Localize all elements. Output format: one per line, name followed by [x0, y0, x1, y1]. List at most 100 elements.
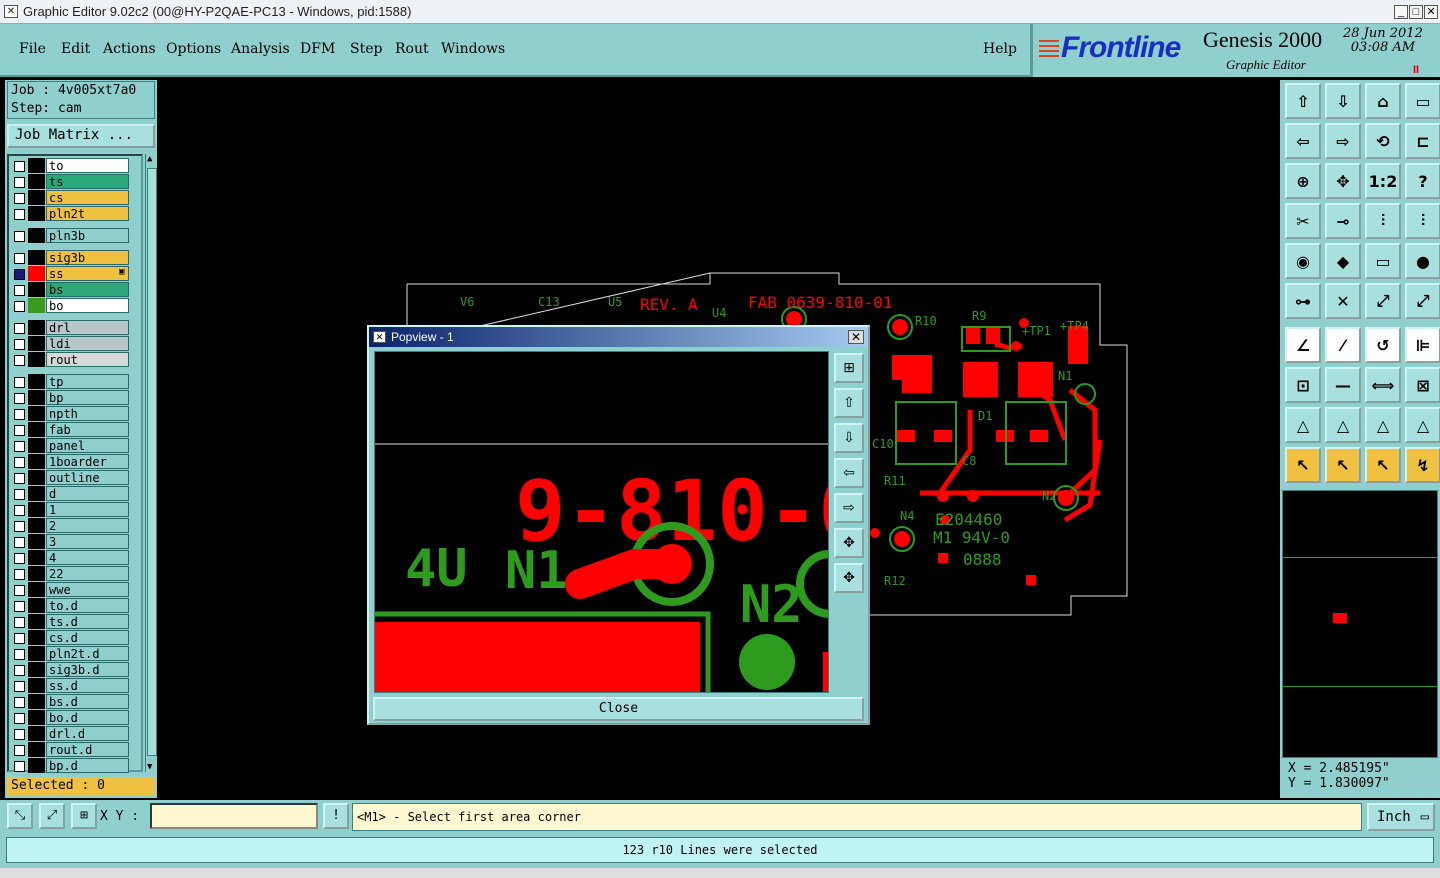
scroll-down-icon[interactable]: ▼: [147, 762, 152, 772]
maximize-button[interactable]: □: [1409, 5, 1423, 19]
layer-name[interactable]: sig3b: [46, 250, 129, 265]
layer-swatch[interactable]: [28, 710, 45, 725]
tool-button-18[interactable]: ◆: [1325, 243, 1361, 279]
layer-name[interactable]: 22: [46, 566, 129, 581]
layer-row-1[interactable]: 1: [9, 502, 141, 518]
layer-swatch[interactable]: [28, 282, 45, 297]
tool-button-13[interactable]: ✂: [1285, 203, 1321, 239]
layer-swatch[interactable]: [28, 266, 45, 281]
menu-file[interactable]: File: [19, 41, 46, 57]
layer-name[interactable]: npth: [46, 406, 129, 421]
scroll-up-icon[interactable]: ▲: [147, 154, 152, 164]
tool-button-36[interactable]: △: [1405, 407, 1440, 443]
layer-checkbox[interactable]: [14, 339, 25, 350]
layer-name[interactable]: bo: [46, 298, 129, 313]
tool-button-20[interactable]: ●: [1405, 243, 1440, 279]
layer-checkbox[interactable]: [14, 681, 25, 692]
layer-name[interactable]: cs: [46, 190, 129, 205]
layer-checkbox[interactable]: [14, 617, 25, 628]
layer-name[interactable]: pln2t: [46, 206, 129, 221]
layer-row-sig3b[interactable]: sig3b: [9, 250, 141, 266]
menu-dfm[interactable]: DFM: [300, 41, 335, 57]
layer-checkbox[interactable]: [14, 489, 25, 500]
layer-swatch[interactable]: [28, 228, 45, 243]
layer-row-d[interactable]: d: [9, 486, 141, 502]
tool-button-1[interactable]: ⇧: [1285, 83, 1321, 119]
layer-checkbox[interactable]: [14, 377, 25, 388]
layer-swatch[interactable]: [28, 630, 45, 645]
layer-name[interactable]: 1: [46, 502, 129, 517]
layer-swatch[interactable]: [28, 742, 45, 757]
tool-button-8[interactable]: ⊏: [1405, 123, 1440, 159]
layer-swatch[interactable]: [28, 758, 45, 773]
tool-button-24[interactable]: ⤢: [1405, 283, 1440, 319]
layer-swatch[interactable]: [28, 566, 45, 581]
menu-options[interactable]: Options: [166, 41, 221, 57]
popview-canvas[interactable]: 9-810-01 4U N1 N2: [374, 351, 829, 693]
layer-row-ldi[interactable]: ldi: [9, 336, 141, 352]
layer-swatch[interactable]: [28, 694, 45, 709]
layer-checkbox[interactable]: [14, 425, 25, 436]
scroll-thumb[interactable]: [147, 168, 157, 756]
tool-button-30[interactable]: —: [1325, 367, 1361, 403]
layer-checkbox[interactable]: [14, 585, 25, 596]
layer-name[interactable]: bs: [46, 282, 129, 297]
exclamation-button[interactable]: !: [323, 803, 349, 829]
layer-swatch[interactable]: [28, 320, 45, 335]
layer-row-npth[interactable]: npth: [9, 406, 141, 422]
tool-button-9[interactable]: ⊕: [1285, 163, 1321, 199]
measure-button[interactable]: ⤢: [39, 803, 65, 829]
layer-name[interactable]: ts.d: [46, 614, 129, 629]
layer-row-bo[interactable]: bo: [9, 298, 141, 314]
tool-button-12[interactable]: ?: [1405, 163, 1440, 199]
layer-swatch[interactable]: [28, 550, 45, 565]
layer-swatch[interactable]: [28, 646, 45, 661]
layer-row-4[interactable]: 4: [9, 550, 141, 566]
layer-row-drl[interactable]: drl: [9, 320, 141, 336]
tool-button-35[interactable]: △: [1365, 407, 1401, 443]
tool-button-23[interactable]: ⤢: [1365, 283, 1401, 319]
layer-name[interactable]: bs.d: [46, 694, 129, 709]
tool-button-28[interactable]: ⊫: [1405, 327, 1440, 363]
layer-swatch[interactable]: [28, 406, 45, 421]
layer-row-cs-d[interactable]: cs.d: [9, 630, 141, 646]
layer-row-ts-d[interactable]: ts.d: [9, 614, 141, 630]
layer-row-to[interactable]: to: [9, 158, 141, 174]
layer-swatch[interactable]: [28, 158, 45, 173]
tool-button-34[interactable]: △: [1325, 407, 1361, 443]
layer-swatch[interactable]: [28, 614, 45, 629]
layer-row-bs[interactable]: bs: [9, 282, 141, 298]
layer-name[interactable]: to: [46, 158, 129, 173]
layer-name[interactable]: d: [46, 486, 129, 501]
layer-checkbox[interactable]: [14, 697, 25, 708]
menu-rout[interactable]: Rout: [395, 41, 429, 57]
layer-row-bo-d[interactable]: bo.d: [9, 710, 141, 726]
tool-button-31[interactable]: ⟺: [1365, 367, 1401, 403]
layer-row-2[interactable]: 2: [9, 518, 141, 534]
tool-button-10[interactable]: ✥: [1325, 163, 1361, 199]
tool-button-4[interactable]: ▭: [1405, 83, 1440, 119]
popview-titlebar[interactable]: ✕ Popview - 1 ✕: [369, 327, 868, 347]
menu-windows[interactable]: Windows: [441, 41, 505, 57]
layer-name[interactable]: rout.d: [46, 742, 129, 757]
layer-row-cs[interactable]: cs: [9, 190, 141, 206]
overview-map[interactable]: [1282, 490, 1438, 758]
popview-pan-right-button[interactable]: ⇨: [834, 493, 864, 523]
popview-close-button[interactable]: Close: [373, 697, 864, 721]
popview-close-icon[interactable]: ✕: [848, 330, 864, 344]
layer-checkbox[interactable]: [14, 729, 25, 740]
layer-swatch[interactable]: [28, 662, 45, 677]
tool-button-2[interactable]: ⇩: [1325, 83, 1361, 119]
layer-checkbox[interactable]: [14, 301, 25, 312]
layer-swatch[interactable]: [28, 352, 45, 367]
layer-name[interactable]: ldi: [46, 336, 129, 351]
layer-name[interactable]: fab: [46, 422, 129, 437]
layer-name[interactable]: cs.d: [46, 630, 129, 645]
layer-row-rout-d[interactable]: rout.d: [9, 742, 141, 758]
tool-button-6[interactable]: ⇨: [1325, 123, 1361, 159]
layer-swatch[interactable]: [28, 206, 45, 221]
tool-button-19[interactable]: ▭: [1365, 243, 1401, 279]
layer-checkbox[interactable]: [14, 161, 25, 172]
layer-swatch[interactable]: [28, 470, 45, 485]
layer-name[interactable]: drl.d: [46, 726, 129, 741]
